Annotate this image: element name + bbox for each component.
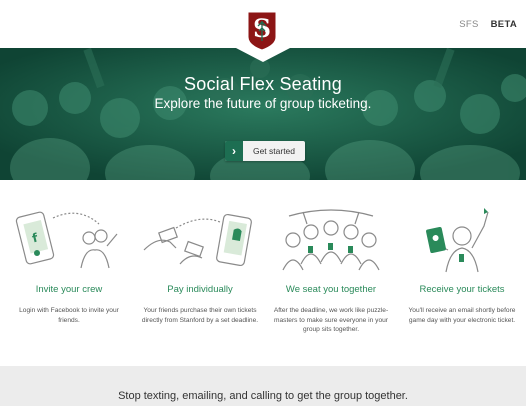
feature-title: Pay individually (167, 284, 233, 295)
nav-sfs-link[interactable]: SFS (459, 19, 478, 30)
feature-title: We seat you together (285, 284, 377, 295)
feature-text: Login with Facebook to invite your frien… (19, 307, 119, 324)
feature-title: Receive your tickets (419, 284, 505, 295)
phone-facebook-icon: f (15, 211, 118, 269)
get-started-label: Get started (252, 146, 296, 156)
top-nav: SFS BETA (450, 19, 517, 30)
feature-text: You'll receive an email shortly before g… (408, 307, 516, 324)
footer-tagline: Stop texting, emailing, and calling to g… (118, 390, 408, 402)
feature-receive-tickets: Receive your tickets You'll receive an e… (402, 198, 522, 325)
feature-text: Your friends purchase their own tickets … (141, 307, 259, 324)
ticket-fan-icon (426, 208, 489, 273)
feature-seat-together: We seat you together After the deadline,… (271, 198, 391, 335)
features-section: f Invite your crew Login with Facebook t… (0, 198, 526, 358)
get-started-button[interactable]: › Get started (225, 141, 305, 161)
group-seated-icon (282, 209, 380, 271)
feature-invite-crew: f Invite your crew Login with Facebook t… (9, 198, 129, 325)
feature-text: After the deadline, we work like puzzle-… (273, 307, 389, 333)
payment-tickets-icon (143, 213, 252, 267)
nav-beta-label: BETA (490, 19, 517, 30)
footer-band: Stop texting, emailing, and calling to g… (0, 366, 526, 406)
feature-pay-individually: Pay individually Your friends purchase t… (140, 198, 260, 325)
hero-subtitle: Explore the future of group ticketing. (154, 96, 372, 111)
hero-title: Social Flex Seating (184, 74, 342, 94)
feature-title: Invite your crew (35, 284, 103, 295)
chevron-right-icon: › (225, 141, 243, 161)
stanford-logo-icon[interactable]: S (247, 11, 277, 51)
